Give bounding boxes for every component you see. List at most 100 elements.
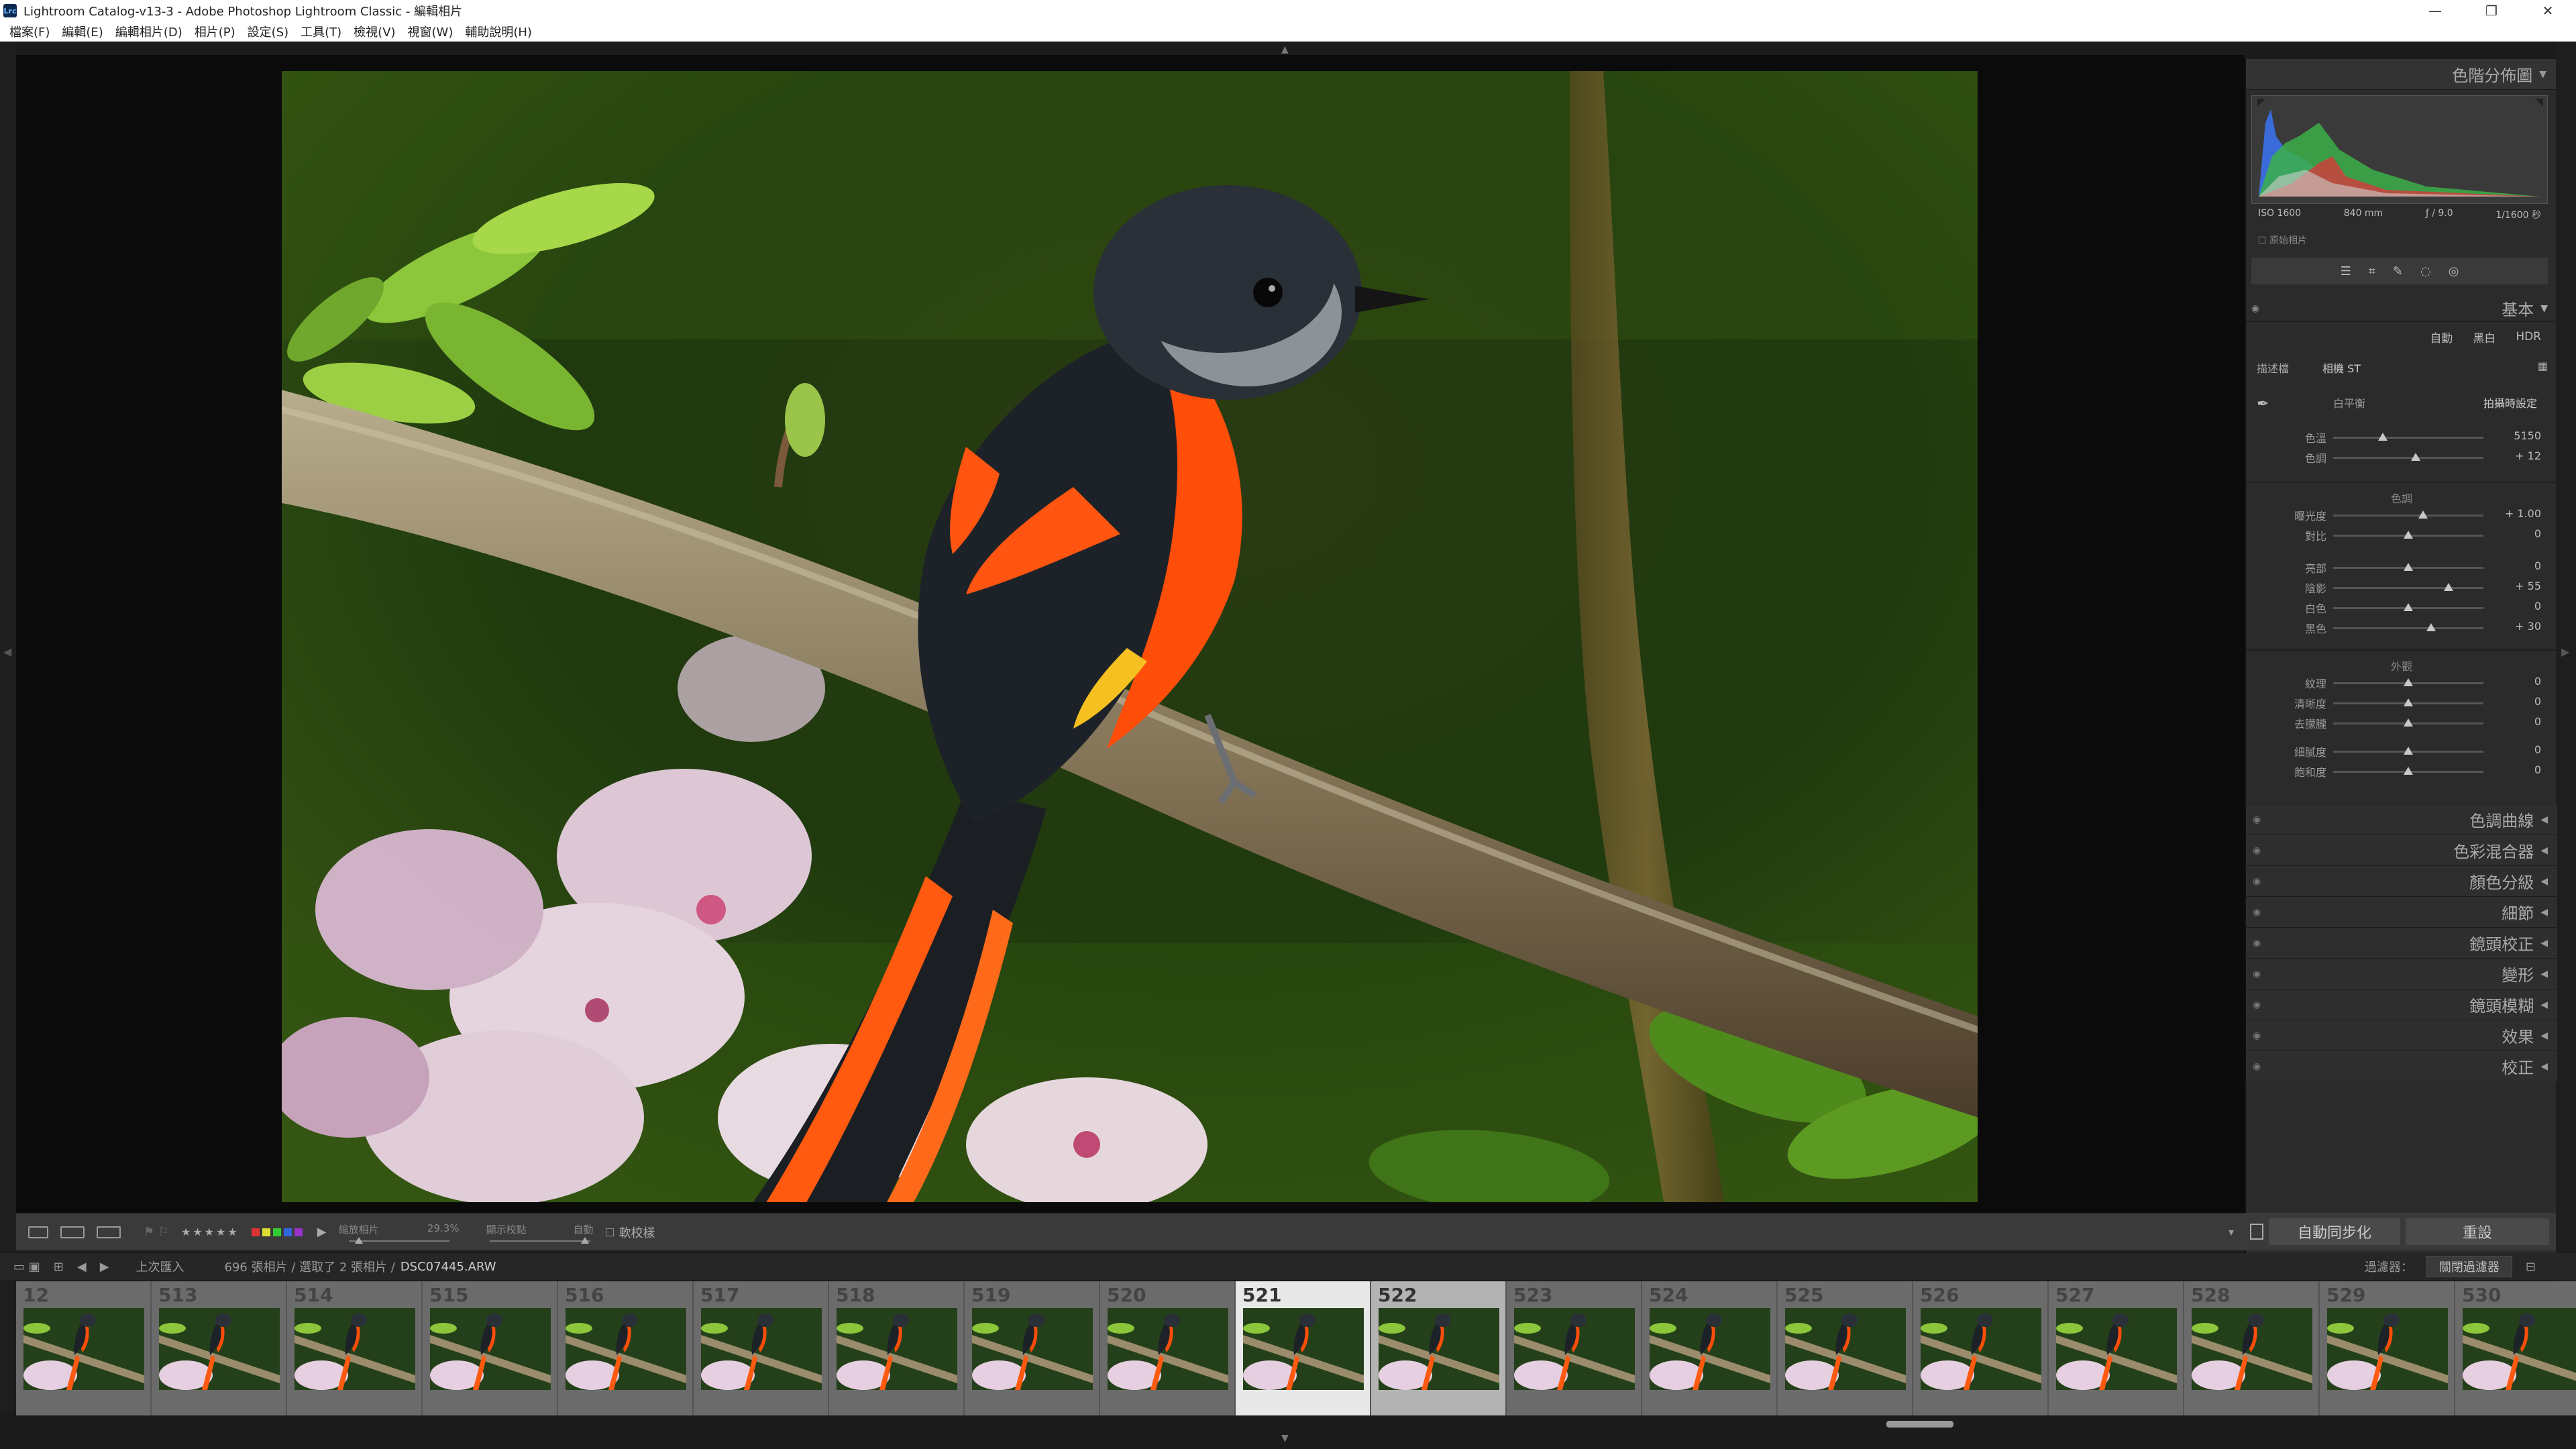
rating-stars[interactable]: ★★★★★ [181,1226,239,1238]
forward-arrow-icon[interactable]: ▶ [100,1260,109,1274]
slider-knob[interactable] [2418,511,2428,519]
collapsed-panel-header[interactable]: ◉ 鏡頭校正 ◀ [2246,927,2557,958]
histogram[interactable] [2251,95,2548,204]
filmstrip-cell[interactable]: 527 [2049,1281,2184,1415]
slider-track[interactable] [2333,453,2483,461]
filmstrip-thumbnail[interactable] [566,1308,686,1390]
slider-track[interactable] [2333,718,2483,727]
right-panel-edge[interactable]: ▶ [2556,42,2576,1410]
slider-knob[interactable] [2377,433,2387,441]
menu-view[interactable]: 檢視(V) [354,23,395,40]
menu-file[interactable]: 檔案(F) [9,23,50,40]
slider-value[interactable]: 5150 [2514,429,2541,442]
slider-value[interactable]: 0 [2534,743,2541,756]
left-panel-edge[interactable]: ◀ [0,42,16,1410]
filmstrip-thumbnail[interactable] [2056,1308,2177,1390]
panel-visibility-eye-icon[interactable]: ◉ [2253,969,2261,979]
filmstrip-thumbnail[interactable] [2192,1308,2312,1390]
panel-visibility-eye-icon[interactable]: ◉ [2253,876,2261,887]
white-balance-dropdown[interactable]: 拍攝時設定 [2483,394,2537,411]
filmstrip-cell[interactable]: 515 [423,1281,558,1415]
minimize-button[interactable]: — [2407,0,2463,21]
filmstrip-cell[interactable]: 520 [1100,1281,1236,1415]
filmstrip-cell[interactable]: 519 [965,1281,1100,1415]
left-panel-toggle-icon[interactable]: ◀ [3,645,11,658]
collapsed-panel-header[interactable]: ◉ 校正 ◀ [2246,1051,2557,1081]
edit-sliders-icon[interactable]: ☰ [2341,264,2351,278]
filmstrip-cell[interactable]: 522 [1371,1281,1507,1415]
slider-track[interactable] [2333,747,2483,755]
healing-brush-icon[interactable]: ✎ [2393,264,2403,278]
auto-sync-button[interactable]: 自動同步化 [2269,1218,2400,1245]
slider-value[interactable]: 0 [2534,600,2541,612]
bottom-panel-toggle-icon[interactable]: ▼ [1281,1433,1289,1444]
filmstrip-thumbnail[interactable] [430,1308,551,1390]
mode-value[interactable]: 自動 [574,1222,594,1236]
auto-button[interactable]: 自動 [2430,329,2453,345]
color-label-yellow[interactable] [262,1228,270,1236]
panel-visibility-eye-icon[interactable]: ◉ [2253,1061,2261,1072]
panel-visibility-eye-icon[interactable]: ◉ [2253,1000,2261,1010]
filmstrip-scrollbar[interactable] [1886,1421,1953,1428]
hdr-button[interactable]: HDR [2516,330,2541,343]
filmstrip-thumbnail[interactable] [1108,1308,1228,1390]
collapsed-panel-header[interactable]: ◉ 顏色分級 ◀ [2246,865,2557,896]
filmstrip-cell[interactable]: 529 [2320,1281,2455,1415]
back-arrow-icon[interactable]: ◀ [77,1260,87,1274]
loupe-view-icon[interactable] [28,1226,48,1238]
filmstrip-thumbnail[interactable] [1921,1308,2041,1390]
crop-icon[interactable]: ⌗ [2369,264,2375,278]
collapsed-panel-header[interactable]: ◉ 鏡頭模糊 ◀ [2246,989,2557,1020]
filmstrip-thumbnail[interactable] [1243,1308,1364,1390]
filmstrip-thumbnail[interactable] [1785,1308,1906,1390]
main-photo[interactable] [282,71,1978,1202]
filmstrip-cell[interactable]: 523 [1507,1281,1642,1415]
slider-track[interactable] [2333,603,2483,611]
filmstrip-thumbnail[interactable] [837,1308,957,1390]
basic-panel-header[interactable]: ◉ 基本 ▼ [2246,295,2557,322]
profile-dropdown[interactable]: 相機 ST [2322,360,2361,376]
menu-develop[interactable]: 編輯相片(D) [115,23,182,40]
filmstrip-thumbnail[interactable] [701,1308,822,1390]
slider-value[interactable]: + 55 [2515,580,2541,592]
filmstrip-thumbnail[interactable] [23,1308,144,1390]
slider-track[interactable] [2333,623,2483,631]
maximize-button[interactable]: ❐ [2463,0,2520,21]
reset-button[interactable]: 重設 [2406,1218,2549,1245]
close-button[interactable]: ✕ [2520,0,2576,21]
black-white-button[interactable]: 黑白 [2473,329,2496,345]
masking-icon[interactable]: ◎ [2449,264,2459,278]
slider-track[interactable] [2333,583,2483,591]
panel-visibility-eye-icon[interactable]: ◉ [2253,938,2261,949]
filmstrip-cell[interactable]: 517 [694,1281,829,1415]
menu-photo[interactable]: 相片(P) [195,23,235,40]
filmstrip-thumbnail[interactable] [2463,1308,2576,1390]
sync-switch-icon[interactable] [2250,1224,2263,1240]
filter-dropdown[interactable]: 關閉過濾器 [2426,1256,2512,1277]
zoom-slider[interactable]: 縮放相片 29.3% [339,1222,460,1244]
slider-knob[interactable] [2404,563,2413,571]
slider-value[interactable]: 0 [2534,559,2541,572]
panel-visibility-eye-icon[interactable]: ◉ [2251,303,2259,314]
slider-track[interactable] [2333,563,2483,571]
filmstrip-thumbnail[interactable] [294,1308,415,1390]
slider-value[interactable]: 0 [2534,715,2541,728]
filmstrip-thumbnail[interactable] [159,1308,280,1390]
filmstrip-cell[interactable]: 526 [1913,1281,2049,1415]
color-label-green[interactable] [272,1228,281,1236]
filmstrip[interactable]: 12 513 514 515 516 517 518 519 520 521 522 523 524 52… [16,1281,2576,1415]
checkbox-icon[interactable]: ☐ [2258,235,2267,246]
slider-knob[interactable] [2404,747,2413,755]
menu-tools[interactable]: 工具(T) [301,23,341,40]
filmstrip-thumbnail[interactable] [1650,1308,1770,1390]
collapsed-panel-header[interactable]: ◉ 色彩混合器 ◀ [2246,835,2557,865]
menu-edit[interactable]: 編輯(E) [62,23,103,40]
flag-icon[interactable]: ⚑ ⚐ [144,1225,169,1239]
color-label-purple[interactable] [294,1228,303,1236]
before-after-icon[interactable] [60,1226,85,1238]
slider-knob[interactable] [2404,718,2413,727]
slider-value[interactable]: + 12 [2515,449,2541,462]
before-after-split-icon[interactable] [97,1226,121,1238]
slider-knob[interactable] [2404,767,2413,775]
grid-icon[interactable]: ⊞ [54,1260,64,1274]
